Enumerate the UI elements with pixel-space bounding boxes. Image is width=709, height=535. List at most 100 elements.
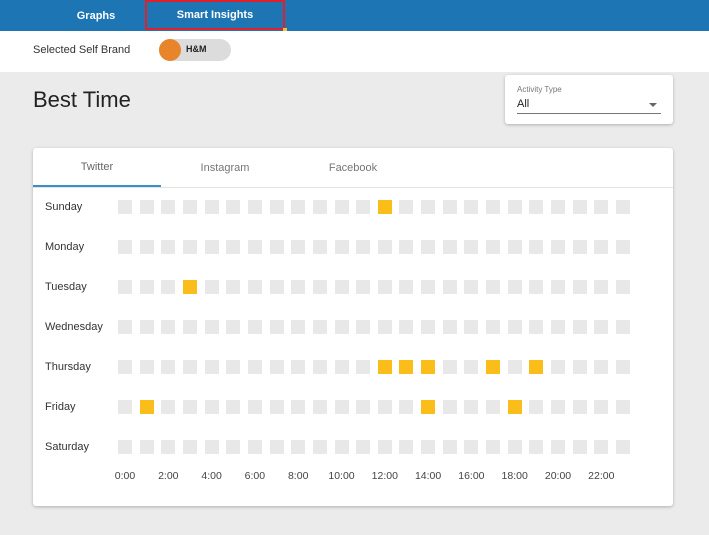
- heatmap-cell: [161, 320, 176, 334]
- heatmap-cell: [204, 320, 219, 334]
- heatmap-cell: [594, 400, 609, 414]
- heatmap-cell: [139, 200, 154, 214]
- heatmap-cell: [226, 320, 241, 334]
- heatmap-cell: [334, 280, 349, 294]
- heatmap-cell: [377, 400, 392, 414]
- heatmap-cell: [507, 280, 522, 294]
- heatmap-cell: [226, 240, 241, 254]
- heatmap-cell: [269, 360, 284, 374]
- heatmap-cell-best: [377, 200, 392, 214]
- heatmap-cell: [247, 320, 262, 334]
- heatmap-cell: [615, 200, 630, 214]
- heatmap-cell: [269, 200, 284, 214]
- heatmap-cell: [486, 280, 501, 294]
- heatmap-cell: [486, 200, 501, 214]
- heatmap-cell: [442, 400, 457, 414]
- heatmap-cell: [334, 360, 349, 374]
- tab-twitter[interactable]: Twitter: [33, 148, 161, 187]
- heatmap-cell: [118, 440, 132, 454]
- heatmap-cell: [399, 400, 414, 414]
- brand-toggle-knob: [159, 39, 181, 61]
- heatmap-cell: [464, 440, 479, 454]
- heatmap-cell-best: [399, 360, 414, 374]
- day-label: Monday: [45, 241, 85, 253]
- day-label: Thursday: [45, 361, 91, 373]
- heatmap-cell: [118, 400, 132, 414]
- activity-type-value: All: [517, 98, 530, 110]
- heatmap-cell: [529, 280, 544, 294]
- heatmap-cell: [269, 440, 284, 454]
- heatmap-cell: [551, 200, 565, 214]
- heatmap-cell: [615, 320, 630, 334]
- tab-instagram[interactable]: Instagram: [161, 148, 289, 187]
- heatmap-cell: [118, 280, 132, 294]
- heatmap-cell: [551, 440, 565, 454]
- heatmap-cell: [334, 440, 349, 454]
- heatmap-cell: [139, 320, 154, 334]
- heatmap-cell: [615, 240, 630, 254]
- chevron-down-icon[interactable]: [649, 103, 657, 107]
- heatmap-cell: [399, 240, 414, 254]
- heatmap-cell: [161, 360, 176, 374]
- day-label: Friday: [45, 401, 76, 413]
- heatmap-cell: [551, 360, 565, 374]
- heatmap-cell: [269, 240, 284, 254]
- nav-tab-graphs[interactable]: Graphs: [46, 0, 146, 31]
- heatmap-cell: [486, 440, 501, 454]
- brand-name: H&M: [186, 44, 207, 54]
- heatmap-cell: [399, 440, 414, 454]
- heatmap-cell: [486, 240, 501, 254]
- hour-tick-label: 18:00: [501, 470, 528, 482]
- heatmap-cell: [442, 200, 457, 214]
- heatmap-cell: [226, 280, 241, 294]
- heatmap-cell: [247, 240, 262, 254]
- hour-tick-label: 22:00: [588, 470, 615, 482]
- heatmap-cell: [356, 280, 371, 294]
- heatmap-cell: [356, 360, 371, 374]
- heatmap-cell: [594, 240, 609, 254]
- heatmap-cell: [442, 240, 457, 254]
- heatmap-cell: [507, 240, 522, 254]
- heatmap-cell: [572, 280, 587, 294]
- heatmap-cell: [247, 400, 262, 414]
- tab-facebook[interactable]: Facebook: [289, 148, 417, 187]
- heatmap-cell: [421, 200, 436, 214]
- heatmap-cell: [529, 200, 544, 214]
- heatmap-cell: [399, 320, 414, 334]
- heatmap-cell: [291, 400, 306, 414]
- hour-tick-label: 6:00: [244, 470, 266, 482]
- heatmap-cell: [312, 240, 327, 254]
- heatmap-cell: [615, 360, 630, 374]
- nav-tab-smart-insights[interactable]: Smart Insights: [145, 0, 285, 30]
- brand-toggle-chip[interactable]: H&M: [159, 39, 231, 61]
- heatmap-cell: [572, 200, 587, 214]
- heatmap-cell-best: [182, 280, 197, 294]
- heatmap-cell: [161, 240, 176, 254]
- heatmap-cell: [291, 320, 306, 334]
- heatmap-cell: [182, 240, 197, 254]
- heatmap-cell: [204, 400, 219, 414]
- heatmap-cell: [486, 400, 501, 414]
- heatmap-cell-best: [421, 400, 436, 414]
- heatmap-cell: [139, 280, 154, 294]
- heatmap-cell: [291, 280, 306, 294]
- heatmap-cell: [269, 400, 284, 414]
- heatmap-cell: [247, 440, 262, 454]
- heatmap-cell-best: [486, 360, 501, 374]
- heatmap-cell: [118, 320, 132, 334]
- heatmap-cell: [204, 280, 219, 294]
- heatmap-cell: [334, 240, 349, 254]
- heatmap-cell: [464, 320, 479, 334]
- heatmap-cell: [464, 360, 479, 374]
- heatmap-cell: [204, 440, 219, 454]
- day-label: Wednesday: [45, 321, 103, 333]
- heatmap-cell: [529, 400, 544, 414]
- heatmap-cell: [529, 440, 544, 454]
- hour-tick-label: 2:00: [158, 470, 179, 482]
- heatmap-cell: [182, 320, 197, 334]
- heatmap-cell: [507, 360, 522, 374]
- heatmap-cell: [615, 280, 630, 294]
- heatmap-cell: [572, 240, 587, 254]
- heatmap-cell-best: [139, 400, 154, 414]
- activity-type-select[interactable]: All: [517, 96, 661, 114]
